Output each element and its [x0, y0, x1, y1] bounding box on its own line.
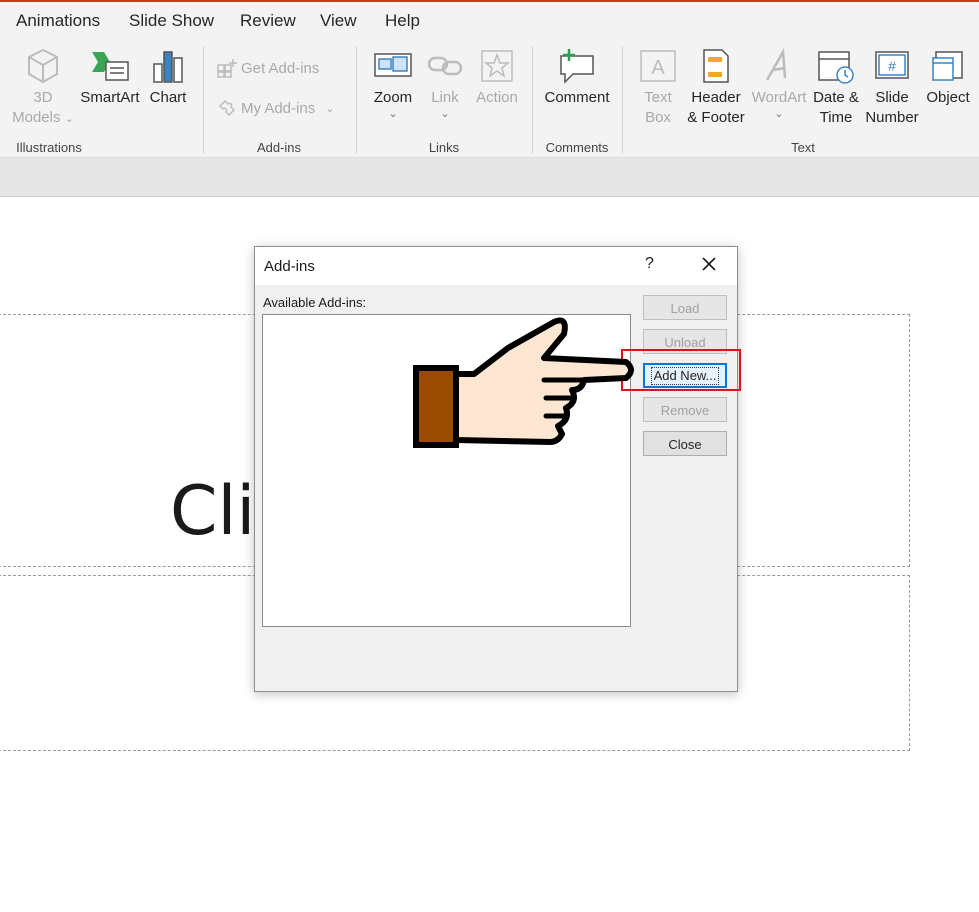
- ribbon: 3D Models ⌄ SmartArt Chart Illustrations: [0, 40, 979, 158]
- header-footer-label-1: Header: [691, 89, 741, 106]
- calendar-clock-icon: [818, 51, 854, 84]
- group-label-text: Text: [791, 140, 815, 155]
- help-button[interactable]: ?: [645, 255, 654, 273]
- close-button[interactable]: Close: [643, 431, 727, 456]
- available-addins-label: Available Add-ins:: [263, 295, 367, 310]
- text-box-icon: A: [640, 50, 676, 82]
- wordart-button[interactable]: WordArt ⌄: [750, 48, 808, 120]
- dialog-title: Add-ins: [264, 258, 315, 275]
- svg-text:A: A: [651, 57, 665, 79]
- object-button[interactable]: Object: [922, 48, 974, 108]
- tab-review[interactable]: Review: [240, 11, 296, 31]
- group-label-links: Links: [428, 140, 460, 155]
- smartart-label: SmartArt: [80, 89, 140, 106]
- group-label-illustrations: Illustrations: [16, 140, 82, 155]
- object-icon: [932, 51, 963, 81]
- get-addins-label: Get Add-ins: [241, 59, 320, 77]
- wordart-icon: [765, 48, 787, 81]
- star-action-icon: [481, 50, 513, 82]
- ribbon-separator: [532, 46, 533, 154]
- 3d-models-button[interactable]: 3D Models ⌄: [10, 48, 76, 129]
- header-footer-label-2: & Footer: [687, 109, 745, 126]
- chart-label: Chart: [149, 89, 187, 106]
- date-time-button[interactable]: Date & Time: [810, 48, 862, 128]
- get-addins-button[interactable]: Get Add-ins: [217, 58, 319, 78]
- addins-dialog: Add-ins ? Available Add-ins: Load Unload…: [254, 246, 738, 692]
- chevron-down-icon: ⌄: [440, 108, 450, 120]
- smartart-button[interactable]: SmartArt: [78, 48, 142, 108]
- chevron-down-icon: ⌄: [64, 113, 74, 125]
- date-time-label-2: Time: [819, 109, 853, 126]
- slide-number-button[interactable]: # Slide Number: [864, 48, 920, 128]
- dialog-titlebar: [255, 247, 737, 285]
- load-button[interactable]: Load: [643, 295, 727, 320]
- grid-plus-icon: [217, 59, 237, 78]
- link-label: Link: [431, 89, 459, 106]
- chart-button[interactable]: Chart: [145, 48, 191, 108]
- ribbon-separator: [622, 46, 623, 154]
- ribbon-lower-band: [0, 158, 979, 197]
- slide-number-label-1: Slide: [875, 89, 909, 106]
- comment-icon: [560, 49, 594, 84]
- text-box-button[interactable]: A Text Box: [634, 48, 682, 128]
- ribbon-separator: [356, 46, 357, 154]
- slide-number-icon: #: [875, 51, 909, 79]
- remove-button[interactable]: Remove: [643, 397, 727, 422]
- chevron-down-icon: ⌄: [388, 108, 398, 120]
- chevron-down-icon: ⌄: [774, 108, 784, 120]
- text-box-label-2: Box: [645, 109, 671, 126]
- tab-help[interactable]: Help: [385, 11, 420, 31]
- svg-text:#: #: [888, 58, 896, 74]
- menu-bar: Animations Slide Show Review View Help: [0, 2, 979, 40]
- text-box-label-1: Text: [644, 89, 672, 106]
- action-button[interactable]: Action: [472, 48, 522, 108]
- 3d-models-label-2: Models ⌄: [12, 109, 74, 126]
- header-footer-button[interactable]: Header & Footer: [684, 48, 748, 128]
- chevron-down-icon: ⌄: [325, 102, 335, 115]
- comment-button[interactable]: Comment: [542, 48, 612, 108]
- tab-view[interactable]: View: [320, 11, 357, 31]
- object-label: Object: [926, 89, 970, 106]
- action-label: Action: [476, 89, 518, 106]
- zoom-icon: [374, 53, 412, 77]
- highlight-box: [621, 349, 741, 391]
- slide-number-label-2: Number: [865, 109, 919, 126]
- smartart-icon: [92, 52, 129, 81]
- header-footer-icon: [703, 49, 729, 83]
- chart-icon: [153, 51, 183, 83]
- my-addins-label: My Add-ins: [241, 99, 316, 117]
- ribbon-separator: [203, 46, 204, 154]
- zoom-label: Zoom: [373, 89, 413, 106]
- zoom-button[interactable]: Zoom ⌄: [366, 48, 420, 120]
- puzzle-icon: [218, 99, 236, 117]
- date-time-label-1: Date &: [813, 89, 859, 106]
- close-icon[interactable]: [698, 253, 720, 275]
- comment-label: Comment: [544, 89, 610, 106]
- group-label-addins: Add-ins: [256, 140, 302, 155]
- link-icon: [427, 56, 463, 76]
- group-label-comments: Comments: [545, 140, 609, 155]
- cube-icon: [28, 48, 58, 84]
- link-button[interactable]: Link ⌄: [424, 48, 466, 120]
- 3d-models-label-1: 3D: [33, 89, 53, 106]
- tab-animations[interactable]: Animations: [16, 11, 100, 31]
- pointing-hand-icon: [413, 317, 634, 448]
- my-addins-button[interactable]: My Add-ins ⌄: [217, 98, 334, 118]
- tab-slide-show[interactable]: Slide Show: [129, 11, 214, 31]
- wordart-label: WordArt: [751, 89, 807, 106]
